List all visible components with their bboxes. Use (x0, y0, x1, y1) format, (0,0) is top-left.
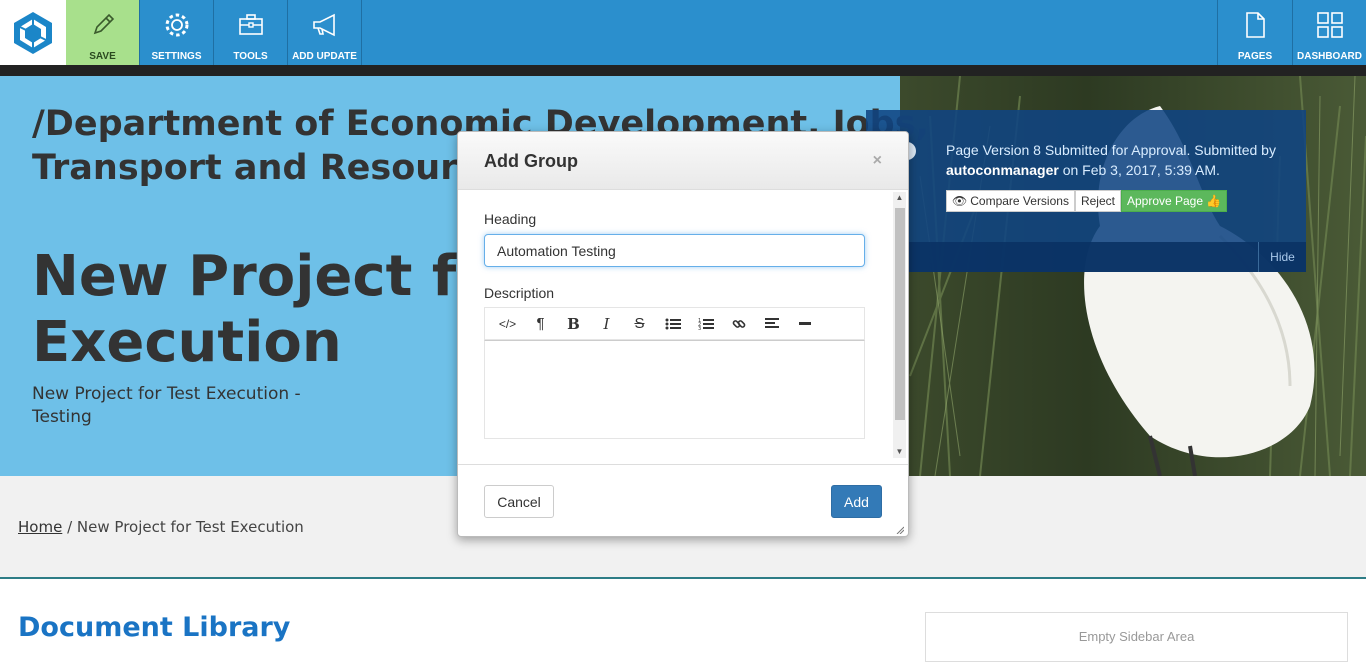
gear-icon (165, 13, 188, 37)
numbered-list-icon[interactable]: 123 (689, 309, 722, 339)
add-update-label: ADD UPDATE (292, 51, 357, 62)
heading-label: Heading (484, 211, 537, 227)
modal-title: Add Group (484, 151, 578, 171)
settings-button[interactable]: SETTINGS (140, 0, 214, 65)
approve-page-button[interactable]: Approve Page 👍 (1120, 190, 1227, 212)
modal-body: Heading Description </> ¶ B I S 123 (458, 190, 908, 464)
editor-toolbar: </> ¶ B I S 123 (484, 307, 865, 340)
breadcrumb: Home / New Project for Test Execution (18, 518, 304, 536)
reject-label: Reject (1080, 194, 1115, 208)
logo-icon (14, 11, 52, 54)
description-editor[interactable] (484, 340, 865, 439)
description-label: Description (484, 285, 555, 301)
modal-header: Add Group × (458, 132, 908, 190)
add-button[interactable]: Add (831, 485, 882, 518)
page-subtitle: New Project for Test Execution - Testing (32, 384, 301, 427)
pages-label: PAGES (1237, 51, 1273, 62)
breadcrumb-current: New Project for Test Execution (76, 518, 304, 536)
horizontal-rule-icon[interactable] (788, 309, 821, 339)
approval-notice: Page Version 8 Submitted for Approval. S… (866, 110, 1306, 272)
save-button[interactable]: SAVE (66, 0, 140, 65)
dashboard-grid-icon (1316, 12, 1343, 38)
pages-button[interactable]: PAGES (1217, 0, 1292, 65)
paragraph-icon[interactable]: ¶ (524, 309, 557, 339)
scroll-up-icon[interactable]: ▲ (893, 192, 906, 204)
heading-input[interactable] (484, 234, 865, 267)
resize-grip-icon[interactable] (896, 526, 904, 534)
close-icon[interactable]: × (873, 152, 882, 170)
notice-prefix: Page Version 8 Submitted for Approval. S… (946, 142, 1276, 158)
reject-button[interactable]: Reject (1074, 190, 1121, 212)
logo[interactable] (0, 0, 66, 65)
link-icon[interactable] (722, 309, 755, 339)
dashboard-button[interactable]: DASHBOARD (1292, 0, 1366, 65)
bold-icon[interactable]: B (557, 309, 590, 339)
megaphone-icon (312, 13, 335, 37)
bullet-list-icon[interactable] (656, 309, 689, 339)
compare-versions-button[interactable]: 👁 Compare Versions (946, 190, 1075, 212)
svg-text:3: 3 (698, 326, 701, 331)
notice-footer: Hide (866, 242, 1306, 272)
align-icon[interactable] (755, 309, 788, 339)
toolbar-divider (0, 65, 1366, 76)
breadcrumb-home-link[interactable]: Home (18, 518, 62, 536)
pencil-icon (93, 13, 114, 35)
approve-page-label: Approve Page (1126, 194, 1204, 208)
document-library-heading: Document Library (18, 612, 291, 643)
notice-actions: 👁 Compare Versions Reject Approve Page 👍 (946, 190, 1227, 212)
scroll-thumb[interactable] (895, 208, 905, 420)
add-update-button[interactable]: ADD UPDATE (288, 0, 362, 65)
dashboard-label: DASHBOARD (1297, 51, 1362, 62)
notice-user: autoconmanager (946, 162, 1059, 178)
hide-button[interactable]: Hide (1258, 242, 1306, 272)
strikethrough-icon[interactable]: S (623, 309, 656, 339)
breadcrumb-separator: / (67, 518, 73, 536)
scroll-down-icon[interactable]: ▼ (893, 446, 906, 458)
cancel-button[interactable]: Cancel (484, 485, 554, 518)
modal-scrollbar[interactable]: ▲ ▼ (893, 192, 906, 458)
thumbs-up-icon: 👍 (1206, 194, 1221, 208)
italic-icon[interactable]: I (590, 309, 623, 339)
page-icon (1246, 12, 1265, 38)
modal-footer: Cancel Add (458, 464, 908, 536)
add-group-modal: Add Group × Heading Description </> ¶ B … (457, 131, 909, 537)
toolbox-icon (238, 14, 263, 35)
empty-sidebar-area: Empty Sidebar Area (925, 612, 1348, 662)
top-toolbar: SAVE SETTINGS TOOLS ADD UPDATE PAGES DAS… (0, 0, 1366, 65)
code-icon[interactable]: </> (491, 309, 524, 339)
compare-versions-label: Compare Versions (970, 194, 1069, 208)
tools-button[interactable]: TOOLS (214, 0, 288, 65)
eye-icon: 👁 (952, 194, 968, 208)
notice-message: Page Version 8 Submitted for Approval. S… (946, 140, 1276, 180)
settings-label: SETTINGS (151, 51, 202, 62)
notice-suffix: on Feb 3, 2017, 5:39 AM. (1062, 162, 1220, 178)
save-label: SAVE (89, 51, 116, 62)
tools-label: TOOLS (233, 51, 268, 62)
